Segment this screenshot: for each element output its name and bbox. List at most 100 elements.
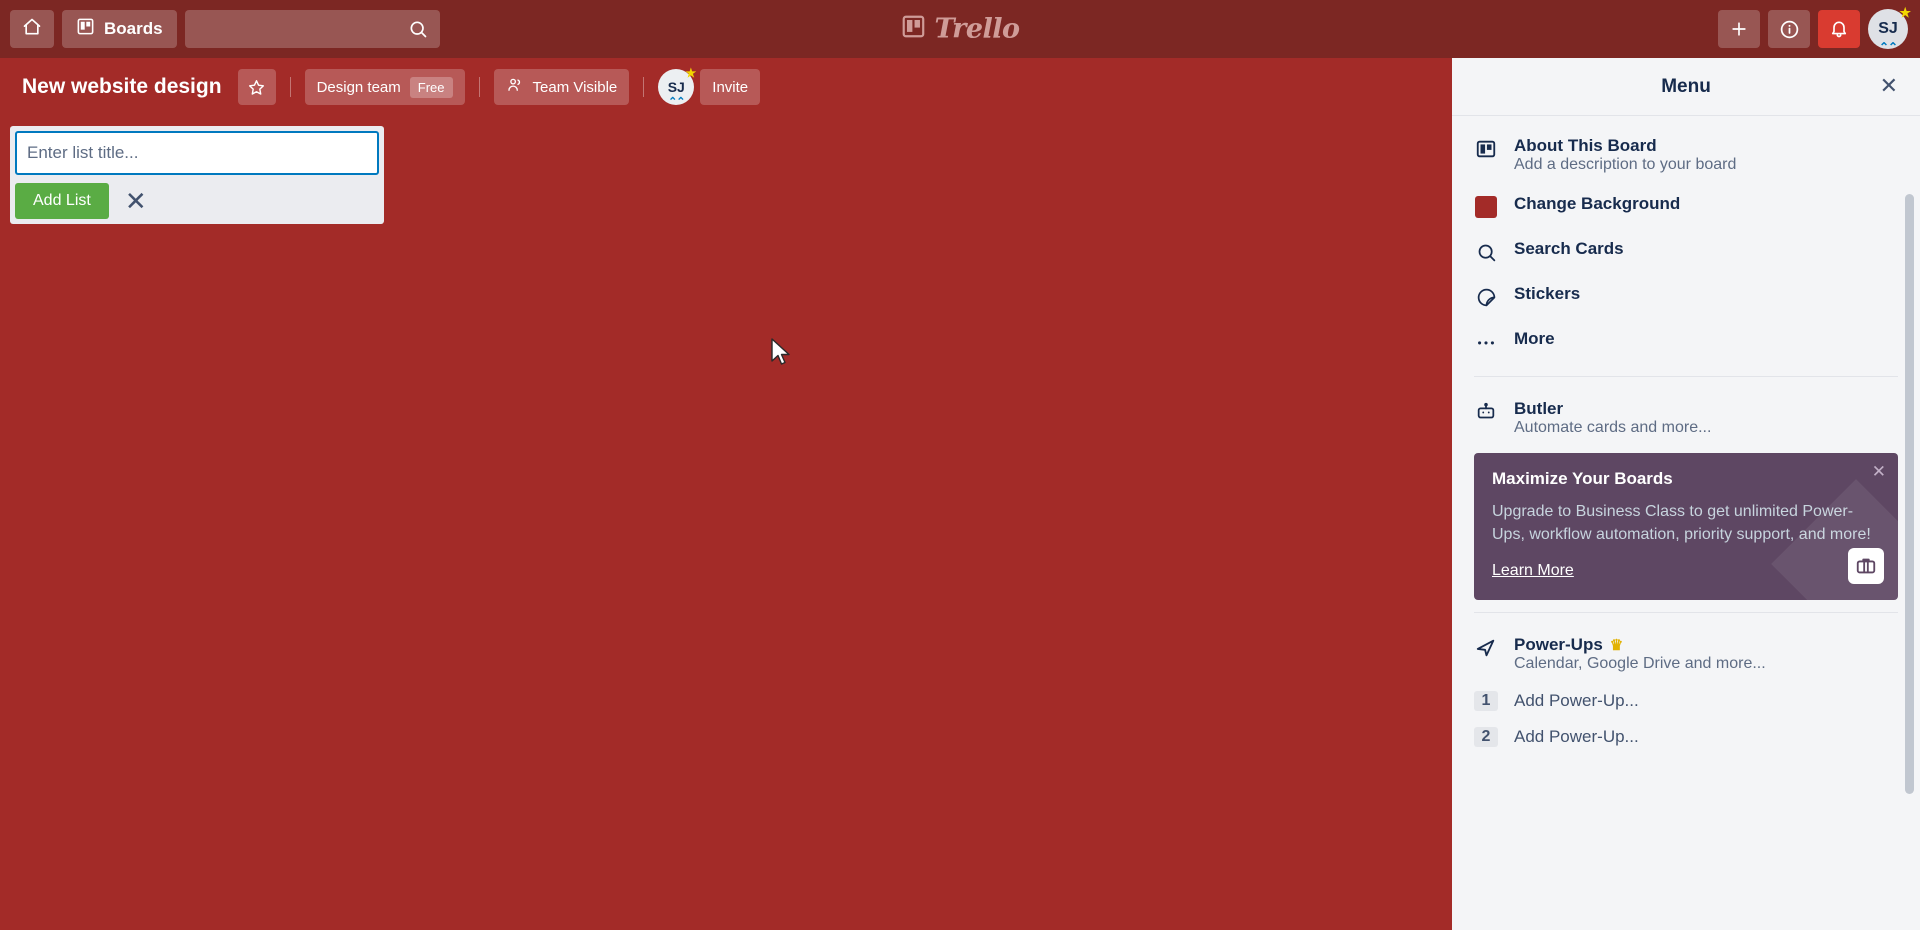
search-input[interactable] [194, 20, 430, 38]
home-icon [22, 17, 42, 42]
invite-button[interactable]: Invite [700, 69, 761, 105]
menu-item-butler[interactable]: Butler Automate cards and more... [1474, 389, 1898, 447]
menu-item-change-background[interactable]: Change Background [1474, 184, 1898, 229]
board-canvas: Add List ✕ [0, 116, 1452, 930]
menu-item-text: About This Board Add a description to yo… [1514, 136, 1736, 174]
avatar-initials: SJ [1878, 20, 1898, 37]
power-up-label[interactable]: Add Power-Up... [1514, 727, 1639, 747]
info-icon [1780, 20, 1798, 38]
menu-divider-2 [1474, 612, 1898, 614]
menu-item-sub: Automate cards and more... [1514, 419, 1712, 436]
trello-logo[interactable]: Trello [900, 13, 1020, 45]
menu-body: About This Board Add a description to yo… [1452, 116, 1920, 930]
member-initials: SJ [667, 79, 685, 95]
add-list-button[interactable]: Add List [15, 183, 109, 219]
menu-item-label: Stickers [1514, 284, 1581, 303]
close-icon[interactable]: ✕ [1880, 75, 1898, 97]
boards-label: Boards [104, 19, 163, 38]
menu-scrollbar[interactable] [1905, 194, 1914, 794]
close-icon[interactable]: ✕ [117, 188, 155, 214]
menu-item-text: More [1514, 329, 1555, 349]
menu-item-power-ups[interactable]: Power-Ups ♛ Calendar, Google Drive and m… [1474, 625, 1898, 683]
plan-badge: Free [409, 76, 453, 98]
menu-item-stickers[interactable]: Stickers [1474, 274, 1898, 319]
sticker-icon [1474, 285, 1498, 309]
board-icon [1474, 137, 1498, 161]
star-board-button[interactable] [237, 69, 276, 105]
global-search[interactable] [184, 10, 440, 48]
notifications-button[interactable] [1818, 10, 1860, 48]
logo-board-icon [900, 14, 926, 45]
menu-item-label: More [1514, 329, 1555, 348]
power-up-row-1[interactable]: 1 Add Power-Up... [1474, 683, 1898, 719]
header-divider-2 [478, 77, 480, 97]
power-up-number: 1 [1474, 691, 1498, 712]
power-up-row-2[interactable]: 2 Add Power-Up... [1474, 719, 1898, 755]
top-bar-actions: SJ ★ ⌃⌃ [1718, 0, 1911, 58]
menu-title: Menu [1661, 75, 1711, 97]
menu-item-search-cards[interactable]: Search Cards [1474, 229, 1898, 274]
board-menu-panel: Menu ✕ About This Board Add a descriptio… [1452, 58, 1920, 930]
close-icon[interactable]: ✕ [1872, 463, 1886, 480]
header-divider-1 [289, 77, 291, 97]
team-name: Design team [316, 78, 401, 96]
crown-icon: ♛ [1609, 637, 1624, 655]
menu-item-text: Stickers [1514, 284, 1580, 304]
board-header: New website design Design team Free Team… [0, 58, 1452, 116]
chevron-badge-icon: ⌃⌃ [1878, 40, 1898, 54]
robot-icon [1474, 400, 1498, 424]
mouse-cursor [771, 338, 790, 365]
power-up-number: 2 [1474, 727, 1498, 748]
boards-button[interactable]: Boards [62, 10, 177, 48]
menu-header: Menu ✕ [1452, 58, 1920, 116]
add-button[interactable] [1718, 10, 1760, 48]
people-icon [506, 76, 524, 98]
star-icon [249, 79, 265, 95]
color-swatch-icon [1474, 195, 1498, 219]
menu-item-sub: Add a description to your board [1514, 156, 1737, 173]
menu-item-label: Search Cards [1514, 239, 1624, 258]
menu-item-label: About This Board [1514, 136, 1657, 155]
header-divider-3 [643, 77, 645, 97]
menu-item-text: Power-Ups ♛ Calendar, Google Drive and m… [1514, 635, 1766, 673]
chevron-badge-icon: ⌃⌃ [668, 96, 685, 108]
visibility-label: Team Visible [532, 78, 618, 96]
menu-item-label: Change Background [1514, 194, 1681, 213]
team-button[interactable]: Design team Free [304, 69, 465, 105]
top-navigation-bar: Boards Trello SJ ★ ⌃⌃ [0, 0, 1920, 58]
menu-item-text: Butler Automate cards and more... [1514, 399, 1711, 437]
rocket-icon [1474, 636, 1498, 660]
add-list-form: Add List ✕ [10, 126, 384, 224]
menu-item-sub: Calendar, Google Drive and more... [1514, 655, 1766, 673]
promo-title: Maximize Your Boards [1492, 469, 1673, 488]
bell-icon [1831, 21, 1847, 38]
menu-item-text: Search Cards [1514, 239, 1624, 259]
board-icon [76, 17, 95, 41]
ellipsis-icon [1474, 330, 1498, 354]
invite-label: Invite [712, 78, 749, 96]
search-icon[interactable] [408, 19, 428, 44]
menu-item-about-this-board[interactable]: About This Board Add a description to yo… [1474, 126, 1898, 184]
home-button[interactable] [10, 10, 54, 48]
plus-icon [1732, 22, 1746, 36]
board-title[interactable]: New website design [12, 75, 232, 99]
learn-more-link[interactable]: Learn More [1492, 562, 1574, 580]
list-title-input[interactable] [15, 131, 379, 175]
upgrade-promo-card: ✕ Maximize Your Boards Upgrade to Busine… [1474, 453, 1898, 601]
menu-divider-1 [1474, 376, 1898, 377]
power-up-label[interactable]: Add Power-Up... [1514, 691, 1639, 711]
add-list-actions: Add List ✕ [15, 183, 379, 219]
board-member-avatar[interactable]: SJ ★ ⌃⌃ [658, 66, 697, 108]
visibility-button[interactable]: Team Visible [493, 69, 630, 105]
info-button[interactable] [1768, 10, 1810, 48]
star-badge-icon: ★ [1899, 5, 1911, 20]
menu-item-label: Power-Ups [1514, 635, 1603, 655]
menu-item-label: Butler [1514, 399, 1564, 418]
menu-item-more[interactable]: More [1474, 319, 1898, 364]
menu-item-text: Change Background [1514, 194, 1680, 214]
search-icon [1474, 240, 1498, 264]
briefcase-icon [1848, 548, 1884, 585]
user-avatar[interactable]: SJ ★ ⌃⌃ [1868, 5, 1911, 53]
star-badge-icon: ★ [685, 66, 697, 80]
logo-wordmark: Trello [934, 13, 1020, 45]
